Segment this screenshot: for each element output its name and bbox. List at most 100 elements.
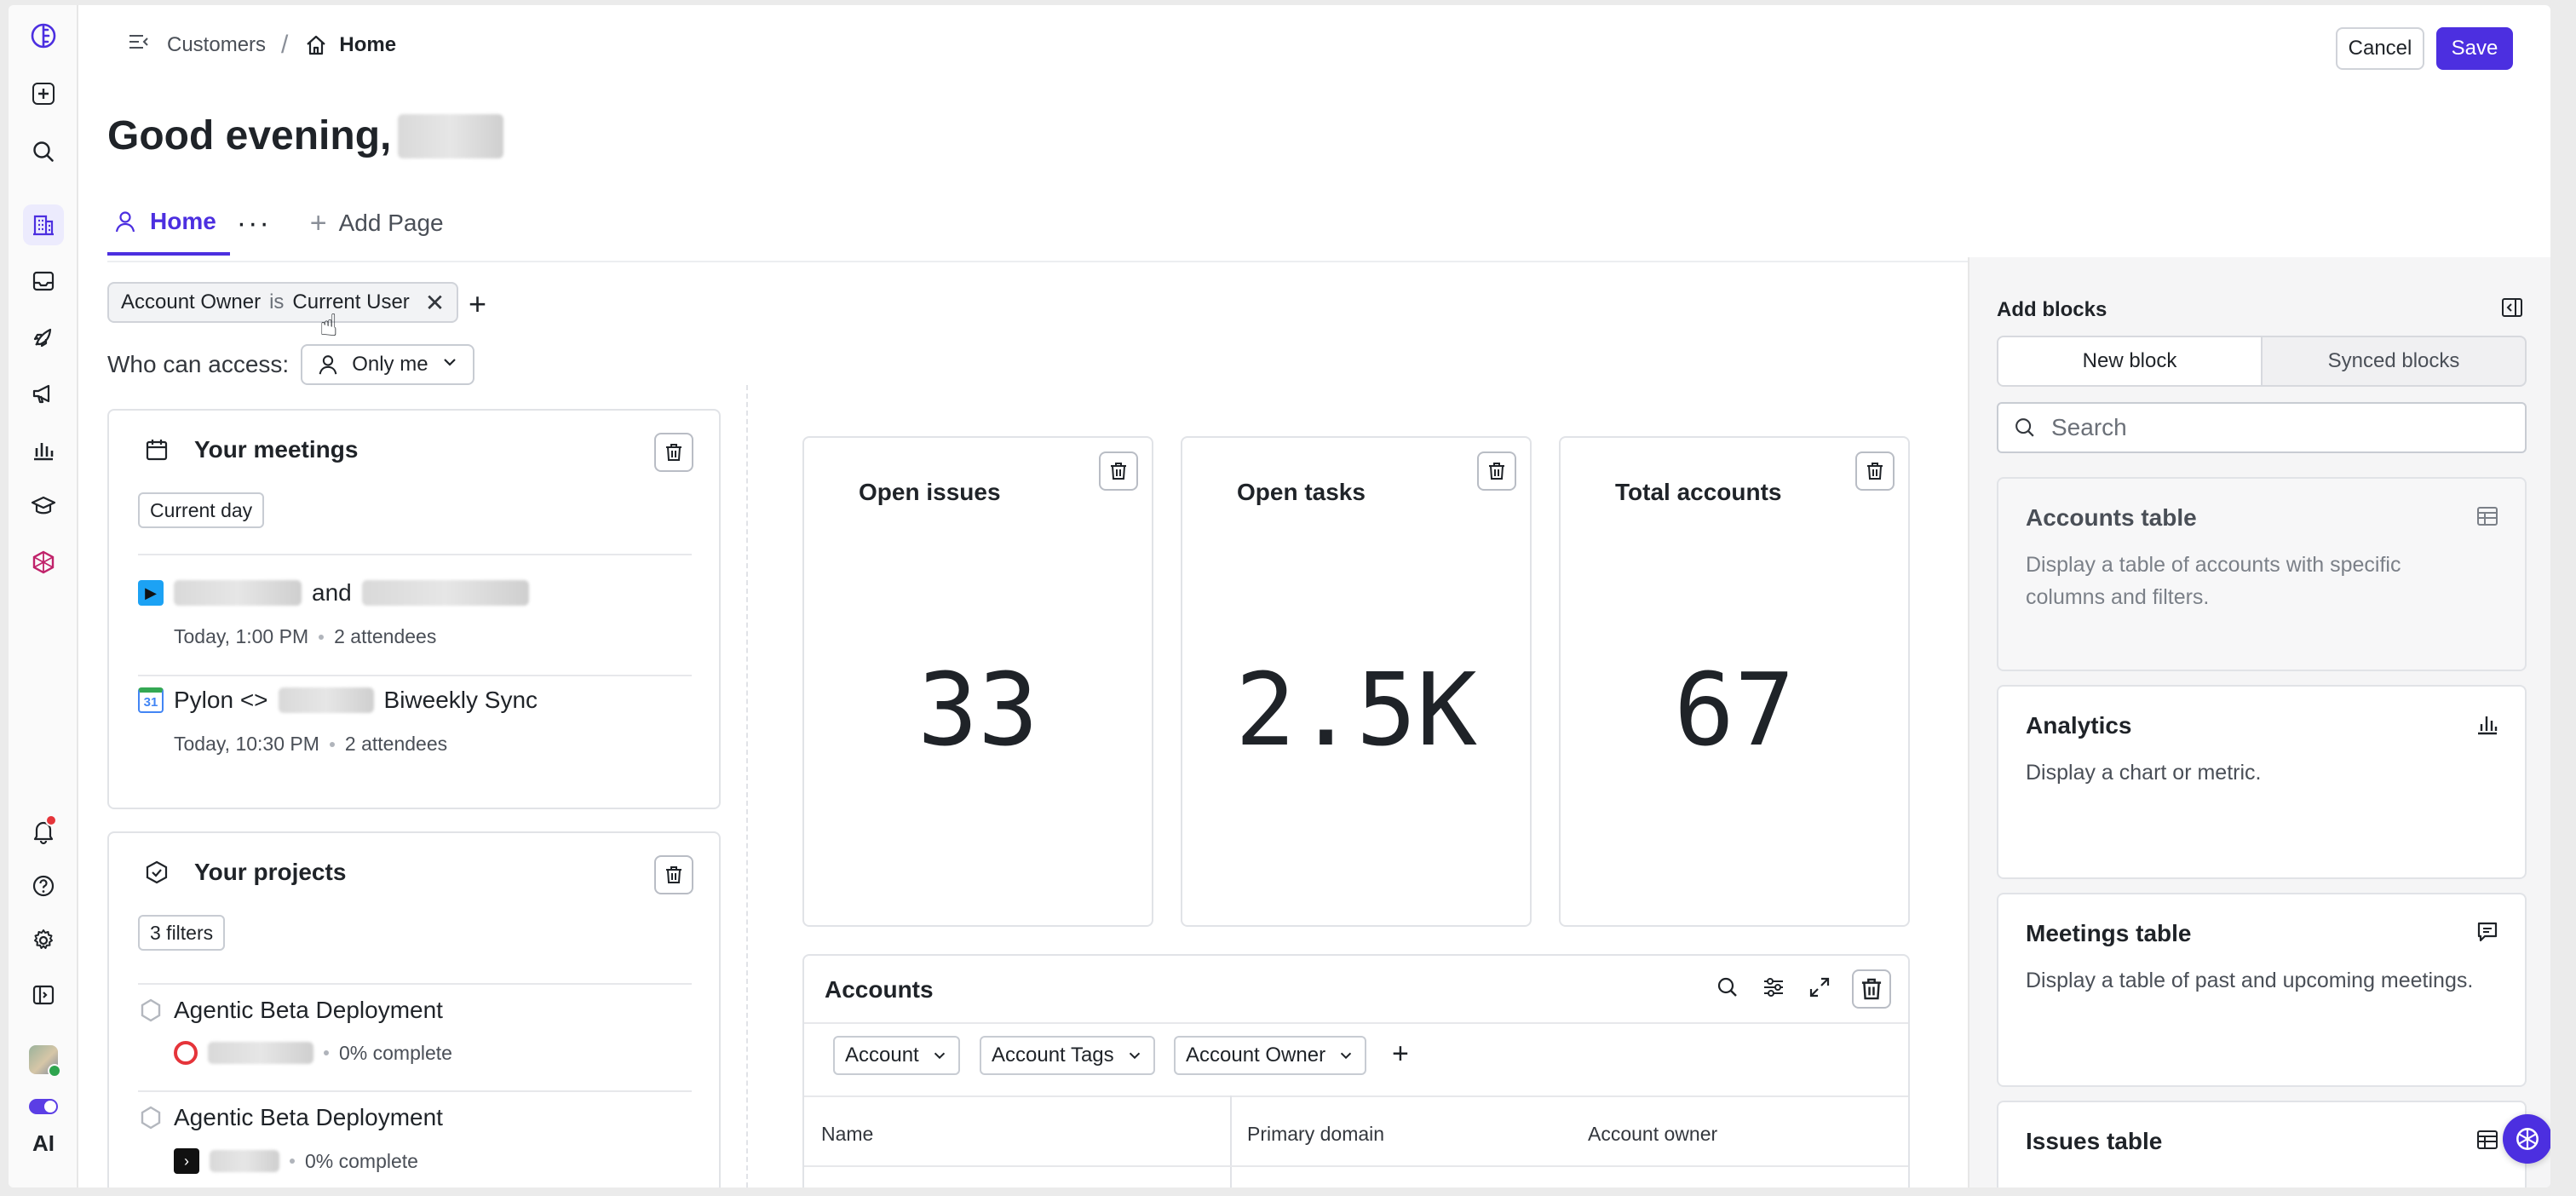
- dot-separator: [319, 634, 325, 640]
- app-window: AI Customers / Home Cancel Save Good eve…: [9, 5, 2550, 1187]
- delete-accounts-button[interactable]: [1852, 969, 1891, 1009]
- account-tags-filter-select[interactable]: Account Tags: [980, 1036, 1155, 1075]
- plus-icon[interactable]: [23, 73, 64, 114]
- select-label: Account Owner: [1186, 1044, 1326, 1067]
- save-button[interactable]: Save: [2436, 27, 2513, 70]
- search-placeholder: Search: [2051, 414, 2127, 440]
- ai-button[interactable]: AI: [23, 1123, 64, 1164]
- access-control: Who can access: Only me: [107, 344, 474, 385]
- user-avatar[interactable]: [23, 1039, 64, 1080]
- tab-more-options[interactable]: ···: [237, 191, 271, 256]
- filter-operator: is: [269, 290, 285, 313]
- tab-synced-blocks[interactable]: Synced blocks: [2263, 337, 2525, 385]
- theme-toggle[interactable]: [23, 1094, 64, 1119]
- accounts-title: Accounts: [825, 976, 934, 1003]
- table-icon: [2475, 504, 2499, 532]
- meeting-title-prefix: Pylon <>: [174, 687, 268, 713]
- logo-icon[interactable]: [23, 15, 64, 56]
- block-accounts-table[interactable]: Accounts table Display a table of accoun…: [1997, 477, 2527, 671]
- add-page-button[interactable]: + Add Page: [310, 191, 444, 256]
- redacted-attendee: [361, 580, 529, 606]
- column-header-account-owner[interactable]: Account owner: [1588, 1123, 1717, 1146]
- bar-chart-icon[interactable]: [23, 429, 64, 470]
- block-description: Display a chart or metric.: [2026, 761, 2262, 785]
- dot-separator: [329, 741, 335, 747]
- cancel-button[interactable]: Cancel: [2336, 27, 2424, 70]
- projects-filters-pill[interactable]: 3 filters: [138, 915, 226, 951]
- delete-meetings-button[interactable]: [654, 433, 693, 472]
- block-description: Display a table of past and upcoming mee…: [2026, 969, 2474, 992]
- project-title: Agentic Beta Deployment: [174, 1104, 443, 1130]
- project-progress: 0% complete: [305, 1149, 418, 1172]
- trash-icon: [1111, 463, 1126, 480]
- meetings-title-text: Your meetings: [194, 436, 359, 463]
- delete-stat-button[interactable]: [1099, 451, 1138, 491]
- select-label: Account Tags: [992, 1044, 1114, 1067]
- page-greeting: Good evening,: [107, 112, 504, 159]
- block-issues-table[interactable]: Issues table: [1997, 1101, 2527, 1187]
- close-icon[interactable]: ✕: [425, 289, 445, 317]
- column-header-name[interactable]: Name: [821, 1123, 873, 1146]
- stat-value: 2.5K: [1234, 651, 1478, 768]
- redacted-user-name: [398, 113, 504, 158]
- project-item-1-title[interactable]: Agentic Beta Deployment: [138, 997, 443, 1024]
- add-filter-button[interactable]: +: [469, 286, 486, 322]
- chevron-down-icon: [1129, 1052, 1140, 1060]
- block-analytics[interactable]: Analytics Display a chart or metric.: [1997, 685, 2527, 879]
- project-item-2-title[interactable]: Agentic Beta Deployment: [138, 1104, 443, 1131]
- tab-home[interactable]: Home: [107, 191, 230, 256]
- help-icon[interactable]: [23, 865, 64, 906]
- meeting-joiner: and: [312, 579, 352, 606]
- delete-projects-button[interactable]: [654, 855, 693, 894]
- delete-stat-button[interactable]: [1477, 451, 1516, 491]
- megaphone-icon[interactable]: [23, 373, 64, 414]
- meeting-item-1-title[interactable]: ▶ and: [138, 579, 529, 607]
- chat-bubble-icon: [2475, 920, 2499, 948]
- calendar-icon: [146, 440, 168, 461]
- access-dropdown[interactable]: Only me: [301, 344, 474, 385]
- assistant-fab[interactable]: [2503, 1114, 2550, 1164]
- breadcrumb-customers[interactable]: Customers: [167, 33, 266, 57]
- tab-new-block[interactable]: New block: [1998, 337, 2263, 385]
- block-search-input[interactable]: Search: [1997, 402, 2527, 453]
- project-hexagon-icon: [146, 860, 168, 884]
- filter-chip[interactable]: Account Owner is Current User ✕: [107, 282, 459, 323]
- block-meetings-table[interactable]: Meetings table Display a table of past a…: [1997, 893, 2527, 1087]
- tab-home-label: Home: [150, 208, 216, 234]
- meeting-item-1-meta: Today, 1:00 PM 2 attendees: [174, 625, 436, 648]
- account-filter-select[interactable]: Account: [833, 1036, 960, 1075]
- meeting-attendees: 2 attendees: [344, 733, 448, 755]
- account-owner-filter-select[interactable]: Account Owner: [1174, 1036, 1367, 1075]
- column-header-primary-domain[interactable]: Primary domain: [1247, 1123, 1384, 1146]
- stat-card-total-accounts: Total accounts 67: [1559, 436, 1910, 927]
- collapse-panel-icon[interactable]: [2499, 295, 2525, 325]
- meetings-date-pill[interactable]: Current day: [138, 492, 265, 528]
- rocket-icon[interactable]: [23, 317, 64, 358]
- buildings-icon[interactable]: [23, 204, 64, 245]
- stat-label: Open issues: [859, 479, 1001, 505]
- add-column-filter-button[interactable]: +: [1392, 1038, 1409, 1071]
- sidebar-panel-icon[interactable]: [23, 975, 64, 1015]
- table-icon: [2475, 1128, 2499, 1156]
- filter-sliders-icon[interactable]: [1760, 974, 1787, 1005]
- meetings-title: Your meetings: [143, 436, 358, 463]
- notifications-bell-icon[interactable]: [23, 811, 64, 852]
- meeting-attendees: 2 attendees: [334, 625, 437, 647]
- chevron-down-icon: [440, 353, 459, 377]
- projects-title: Your projects: [143, 859, 346, 886]
- delete-stat-button[interactable]: [1855, 451, 1895, 491]
- toggle-switch: [29, 1099, 58, 1114]
- meeting-item-2-title[interactable]: 31 Pylon <> Biweekly Sync: [138, 687, 538, 714]
- google-calendar-icon: 31: [138, 687, 164, 713]
- search-icon[interactable]: [1714, 974, 1741, 1005]
- collapse-menu-icon[interactable]: [126, 29, 152, 60]
- integration-icon[interactable]: [23, 542, 64, 583]
- project-item-1-meta: 0% complete: [174, 1041, 452, 1065]
- graduation-cap-icon[interactable]: [23, 486, 64, 526]
- expand-icon[interactable]: [1806, 974, 1833, 1005]
- project-title: Agentic Beta Deployment: [174, 997, 443, 1023]
- search-icon[interactable]: [23, 131, 64, 172]
- inbox-icon[interactable]: [23, 261, 64, 302]
- settings-gear-icon[interactable]: [23, 920, 64, 961]
- accounts-table-card: Accounts Account Account Tags Account Ow…: [802, 954, 1910, 1187]
